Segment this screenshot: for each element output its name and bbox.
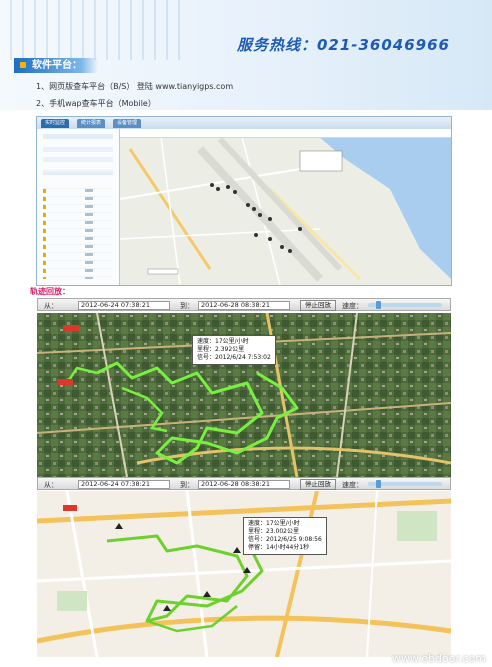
street-track-map[interactable]: 速度：17公里/小时 里程：23.002公里 信号：2012/6/25 9:08… — [37, 491, 451, 657]
popup-mileage-2: 里程：23.002公里 — [248, 528, 299, 535]
popup-speed-1: 速度：17公里/小时 — [197, 338, 249, 345]
sidebar-filter[interactable] — [43, 147, 113, 152]
header-decoration — [0, 0, 180, 60]
map-address-bar — [120, 129, 451, 138]
platform-map[interactable] — [120, 129, 451, 285]
sidebar-toolbar — [43, 169, 113, 175]
sidebar-search[interactable] — [43, 134, 113, 139]
watermark: www.ebdoor.com — [391, 652, 486, 665]
vehicle-list — [43, 181, 113, 281]
platform-tab-bar: 实时监控 统计报表 设备管理 — [37, 117, 451, 129]
playback-controls-2: 从： 2012-06-24 07:38:21 到： 2012-06-28 08:… — [37, 477, 451, 490]
track-popup-1: 速度：17公里/小时 里程：2.392公里 信号：2012/6/24 7:53:… — [192, 335, 276, 365]
from-datetime-1[interactable]: 2012-06-24 07:38:21 — [78, 301, 170, 310]
platform-screenshot: 实时监控 统计报表 设备管理 — [36, 116, 452, 286]
from-label-1: 从： — [44, 302, 58, 310]
popup-signal-2: 信号：2012/6/25 9:08:56 — [248, 536, 322, 543]
platform-item-web: 1、网页版查车平台（B/S） 登陆 www.tianyigps.com — [36, 82, 234, 91]
to-datetime-2[interactable]: 2012-06-28 08:38:21 — [198, 480, 290, 489]
from-datetime-2[interactable]: 2012-06-24 07:38:21 — [78, 480, 170, 489]
track-section-title: 轨迹回放： — [30, 287, 70, 296]
track-popup-2: 速度：17公里/小时 里程：23.002公里 信号：2012/6/25 9:08… — [243, 517, 327, 555]
tab-devices[interactable]: 设备管理 — [113, 119, 142, 128]
popup-speed-2: 速度：17公里/小时 — [248, 520, 300, 527]
sidebar-filter-2[interactable] — [43, 157, 113, 162]
stop-playback-button-1[interactable]: 停止回放 — [300, 300, 336, 311]
to-datetime-1[interactable]: 2012-06-28 08:38:21 — [198, 301, 290, 310]
speed-label-1: 速度： — [342, 302, 363, 310]
speed-slider-1[interactable] — [368, 301, 442, 309]
vehicle-sidebar — [37, 129, 120, 285]
section-title: 软件平台： — [14, 58, 98, 73]
platform-item-mobile: 2、手机wap查车平台（Mobile） — [36, 99, 156, 108]
tab-reports[interactable]: 统计报表 — [77, 119, 106, 128]
from-label-2: 从： — [44, 481, 58, 489]
speed-label-2: 速度： — [342, 481, 363, 489]
satellite-track-map[interactable]: 速度：17公里/小时 里程：2.392公里 信号：2012/6/24 7:53:… — [37, 313, 451, 477]
popup-stay-2: 停留：14小时44分1秒 — [248, 544, 310, 551]
to-label-2: 到： — [180, 481, 194, 489]
playback-controls-1: 从： 2012-06-24 07:38:21 到： 2012-06-28 08:… — [37, 298, 451, 311]
to-label-1: 到： — [180, 302, 194, 310]
popup-mileage-1: 里程：2.392公里 — [197, 346, 245, 353]
tab-realtime[interactable]: 实时监控 — [41, 119, 70, 128]
hotline-text: 服务热线：021-36046966 — [236, 36, 450, 54]
speed-slider-2[interactable] — [368, 480, 442, 488]
popup-signal-1: 信号：2012/6/24 7:53:02 — [197, 354, 271, 361]
stop-playback-button-2[interactable]: 停止回放 — [300, 479, 336, 490]
